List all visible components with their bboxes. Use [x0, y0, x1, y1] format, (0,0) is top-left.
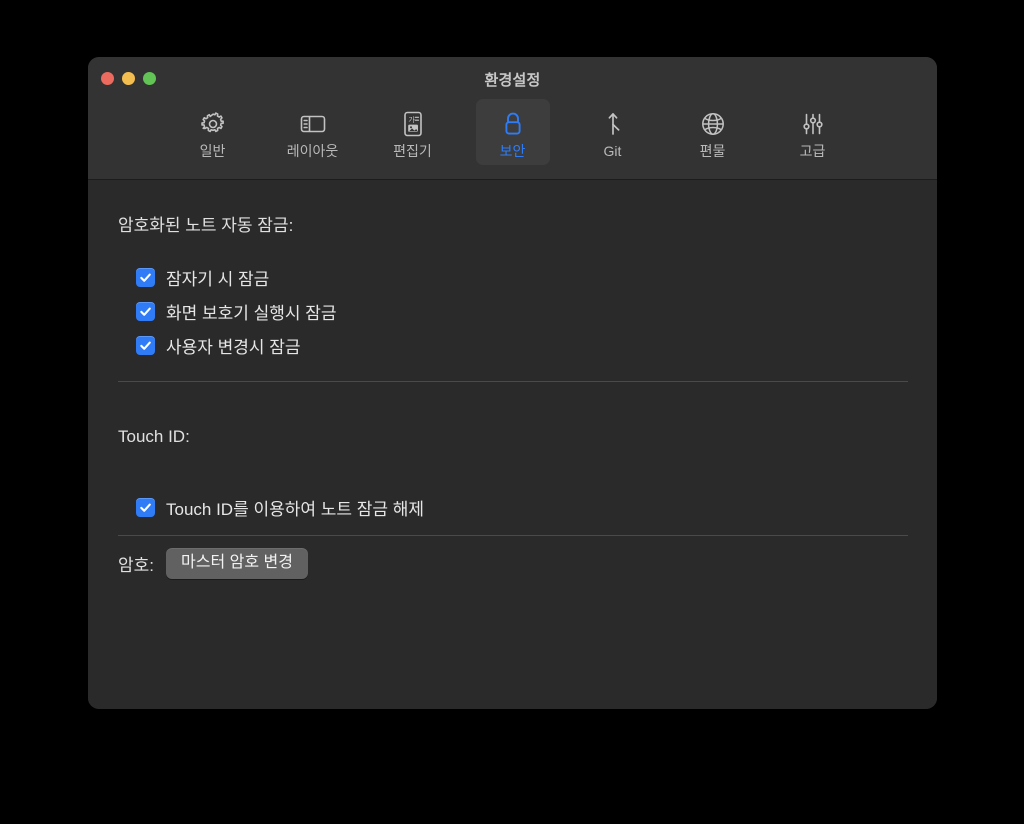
autolock-section-title: 암호화된 노트 자동 잠금: [118, 216, 294, 235]
change-master-password-button[interactable]: 마스터 암호 변경 [166, 548, 308, 579]
tab-mail[interactable]: 편물 [676, 99, 750, 165]
password-row: 암호: 마스터 암호 변경 [118, 548, 308, 579]
lock-icon [500, 107, 526, 141]
checkbox-touchid-unlock[interactable] [136, 498, 155, 517]
tab-git-label: Git [603, 143, 622, 159]
tab-advanced-label: 고급 [799, 143, 826, 159]
tab-security-label: 보안 [499, 143, 526, 159]
divider-touchid-password [118, 535, 908, 536]
divider-autolock-touchid [118, 381, 908, 382]
checkbox-lock-on-sleep[interactable] [136, 268, 155, 287]
gear-icon [199, 107, 227, 141]
preferences-window: 환경설정 일반 레이아웃 가 편집기 보안 Git 편물 고급 암호화된 노트 … [88, 57, 937, 709]
checkbox-label-lock-on-user-switch: 사용자 변경시 잠금 [166, 338, 301, 357]
checkbox-row-lock-on-user-switch[interactable]: 사용자 변경시 잠금 [136, 333, 301, 358]
sliders-icon [799, 107, 827, 141]
checkbox-label-lock-on-screensaver: 화면 보호기 실행시 잠금 [166, 304, 337, 323]
checkbox-lock-on-user-switch[interactable] [136, 336, 155, 355]
tab-editor[interactable]: 가 편집기 [376, 99, 450, 165]
checkbox-label-touchid-unlock: Touch ID를 이용하여 노트 잠금 해제 [166, 500, 425, 519]
tab-editor-label: 편집기 [393, 143, 432, 159]
checkbox-label-lock-on-sleep: 잠자기 시 잠금 [166, 270, 270, 289]
tab-general-label: 일반 [199, 143, 226, 159]
password-label: 암호: [118, 556, 155, 575]
window-titlebar: 환경설정 일반 레이아웃 가 편집기 보안 Git 편물 고급 [88, 57, 937, 180]
tab-general[interactable]: 일반 [176, 99, 250, 165]
tab-git[interactable]: Git [576, 99, 650, 165]
tab-advanced[interactable]: 고급 [776, 99, 850, 165]
svg-text:가: 가 [408, 115, 415, 124]
tab-mail-label: 편물 [699, 143, 726, 159]
window-title: 환경설정 [484, 72, 541, 89]
layout-sidebar-icon [298, 107, 328, 141]
checkbox-row-lock-on-screensaver[interactable]: 화면 보호기 실행시 잠금 [136, 299, 337, 324]
git-branch-icon [601, 107, 625, 141]
tab-layout[interactable]: 레이아웃 [276, 99, 350, 165]
checkbox-lock-on-screensaver[interactable] [136, 302, 155, 321]
checkbox-row-lock-on-sleep[interactable]: 잠자기 시 잠금 [136, 265, 269, 290]
preferences-toolbar: 일반 레이아웃 가 편집기 보안 Git 편물 고급 [88, 99, 937, 166]
tab-security[interactable]: 보안 [475, 99, 550, 166]
security-preferences-panel: 암호화된 노트 자동 잠금: 잠자기 시 잠금 화면 보호기 실행시 잠금 사용… [88, 180, 937, 709]
tab-layout-label: 레이아웃 [286, 143, 339, 159]
globe-icon [699, 107, 727, 141]
desktop-background: 환경설정 일반 레이아웃 가 편집기 보안 Git 편물 고급 암호화된 노트 … [0, 0, 1024, 824]
touchid-section-title: Touch ID: [118, 427, 190, 446]
checkbox-row-touchid-unlock[interactable]: Touch ID를 이용하여 노트 잠금 해제 [136, 495, 424, 520]
editor-document-icon: 가 [400, 107, 426, 141]
